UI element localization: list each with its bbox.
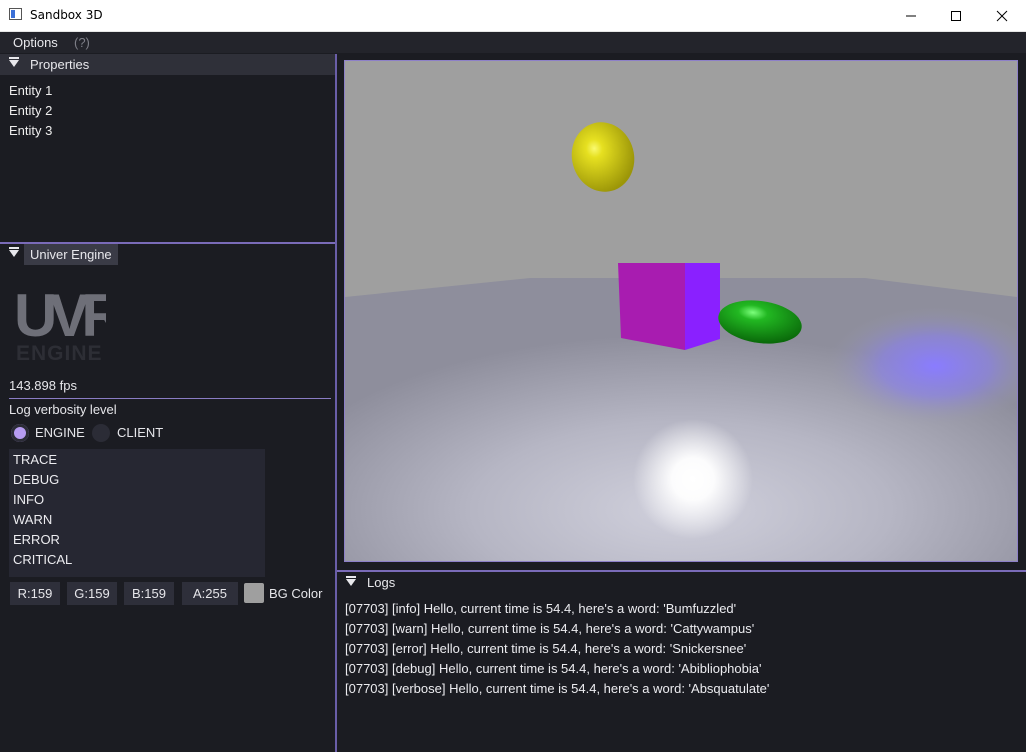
scene-viewport[interactable] <box>344 60 1018 562</box>
bg-color-label: BG Color <box>269 586 323 601</box>
log-line: [07703] [warn] Hello, current time is 54… <box>345 621 755 636</box>
vertical-splitter[interactable] <box>335 54 337 752</box>
menu-options[interactable]: Options <box>13 35 58 50</box>
color-g-field[interactable]: G:159 <box>67 582 117 605</box>
minimize-button[interactable] <box>888 0 934 31</box>
radio-client[interactable] <box>92 424 110 442</box>
verbosity-label: Log verbosity level <box>9 402 117 417</box>
color-r-field[interactable]: R:159 <box>10 582 60 605</box>
engine-title: Univer Engine <box>30 247 112 262</box>
radio-engine-label[interactable]: ENGINE <box>35 425 85 440</box>
collapse-arrow-icon[interactable] <box>346 576 356 586</box>
logs-title: Logs <box>367 575 396 590</box>
entity-item-2[interactable]: Entity 2 <box>9 103 52 118</box>
cube-side-face <box>685 263 720 350</box>
level-error[interactable]: ERROR <box>13 532 60 547</box>
menu-help[interactable]: (?) <box>74 35 90 50</box>
maximize-icon <box>951 10 961 21</box>
collapse-arrow-icon[interactable] <box>9 247 19 257</box>
color-a-field[interactable]: A:255 <box>182 582 238 605</box>
radio-client-label[interactable]: CLIENT <box>117 425 163 440</box>
logs-divider[interactable] <box>337 570 1026 572</box>
entity-item-1[interactable]: Entity 1 <box>9 83 52 98</box>
level-critical[interactable]: CRITICAL <box>13 552 72 567</box>
app-icon <box>9 8 22 20</box>
cube-front-face <box>618 263 685 350</box>
bg-color-swatch[interactable] <box>244 583 264 603</box>
log-line: [07703] [info] Hello, current time is 54… <box>345 601 737 616</box>
properties-title: Properties <box>30 57 90 72</box>
level-trace[interactable]: TRACE <box>13 452 57 467</box>
log-line: [07703] [error] Hello, current time is 5… <box>345 641 747 656</box>
fps-counter: 143.898 fps <box>9 378 77 393</box>
engine-logo: UVR ENGINE <box>14 282 106 362</box>
log-line: [07703] [verbose] Hello, current time is… <box>345 681 770 696</box>
level-info[interactable]: INFO <box>13 492 44 507</box>
radio-engine[interactable] <box>11 424 29 442</box>
maximize-button[interactable] <box>933 0 979 31</box>
log-line: [07703] [debug] Hello, current time is 5… <box>345 661 762 676</box>
window-title: Sandbox 3D <box>30 8 103 22</box>
close-icon <box>996 10 1008 21</box>
white-light <box>633 419 753 539</box>
logs-header[interactable]: Logs <box>337 573 1026 594</box>
separator <box>9 398 331 399</box>
engine-header[interactable]: Univer Engine <box>0 244 335 265</box>
minimize-icon <box>906 15 916 16</box>
logo-wordmark: ENGINE <box>16 342 103 362</box>
entity-item-3[interactable]: Entity 3 <box>9 123 52 138</box>
window-titlebar: Sandbox 3D <box>0 0 1026 32</box>
level-debug[interactable]: DEBUG <box>13 472 59 487</box>
collapse-arrow-icon[interactable] <box>9 57 19 67</box>
close-button[interactable] <box>979 0 1025 31</box>
scene-render <box>345 61 1017 561</box>
level-warn[interactable]: WARN <box>13 512 52 527</box>
log-level-listbox[interactable]: TRACE DEBUG INFO WARN ERROR CRITICAL <box>9 449 265 577</box>
properties-header[interactable]: Properties <box>0 54 335 75</box>
menu-bar: Options (?) <box>0 32 1026 53</box>
logo-mark: UVR <box>14 282 106 349</box>
color-b-field[interactable]: B:159 <box>124 582 174 605</box>
